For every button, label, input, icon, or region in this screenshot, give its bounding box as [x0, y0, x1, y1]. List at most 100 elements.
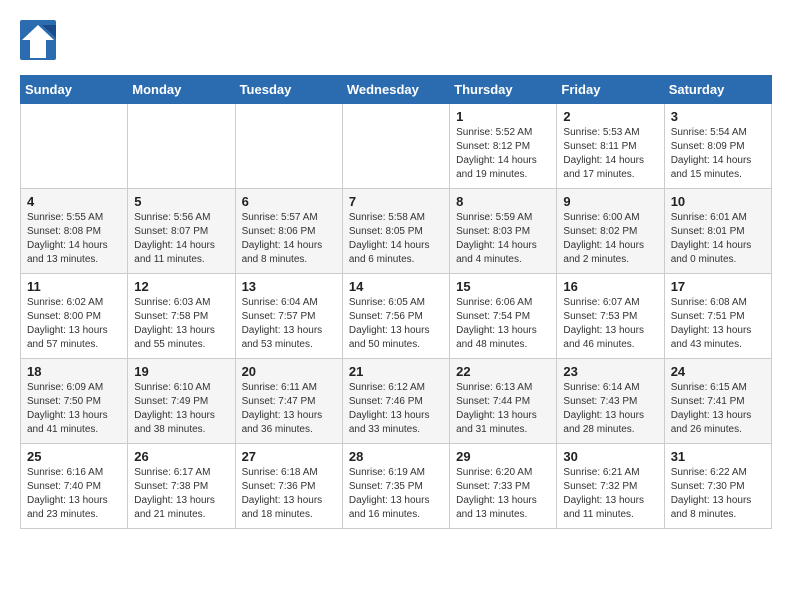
day-info: Sunrise: 5:55 AM Sunset: 8:08 PM Dayligh… [27, 211, 122, 267]
week-row-2: 11 Sunrise: 6:02 AM Sunset: 8:00 PM Dayli… [21, 274, 772, 359]
day-number: 16 [563, 279, 658, 294]
calendar-cell: 31 Sunrise: 6:22 AM Sunset: 7:30 PM Dayli… [664, 444, 771, 529]
day-number: 15 [456, 279, 551, 294]
header-sunday: Sunday [21, 76, 128, 104]
calendar-cell: 17 Sunrise: 6:08 AM Sunset: 7:51 PM Dayli… [664, 274, 771, 359]
calendar-cell: 2 Sunrise: 5:53 AM Sunset: 8:11 PM Daylig… [557, 104, 664, 189]
calendar-cell: 27 Sunrise: 6:18 AM Sunset: 7:36 PM Dayli… [235, 444, 342, 529]
day-number: 20 [242, 364, 337, 379]
calendar-cell [128, 104, 235, 189]
calendar-cell: 20 Sunrise: 6:11 AM Sunset: 7:47 PM Dayli… [235, 359, 342, 444]
day-info: Sunrise: 6:05 AM Sunset: 7:56 PM Dayligh… [349, 296, 444, 352]
day-number: 22 [456, 364, 551, 379]
day-number: 26 [134, 449, 229, 464]
day-info: Sunrise: 6:01 AM Sunset: 8:01 PM Dayligh… [671, 211, 766, 267]
calendar-cell: 30 Sunrise: 6:21 AM Sunset: 7:32 PM Dayli… [557, 444, 664, 529]
day-info: Sunrise: 5:58 AM Sunset: 8:05 PM Dayligh… [349, 211, 444, 267]
day-number: 10 [671, 194, 766, 209]
day-info: Sunrise: 6:08 AM Sunset: 7:51 PM Dayligh… [671, 296, 766, 352]
calendar-cell: 28 Sunrise: 6:19 AM Sunset: 7:35 PM Dayli… [342, 444, 449, 529]
day-info: Sunrise: 5:52 AM Sunset: 8:12 PM Dayligh… [456, 126, 551, 182]
day-info: Sunrise: 5:56 AM Sunset: 8:07 PM Dayligh… [134, 211, 229, 267]
calendar-cell: 14 Sunrise: 6:05 AM Sunset: 7:56 PM Dayli… [342, 274, 449, 359]
calendar-cell: 26 Sunrise: 6:17 AM Sunset: 7:38 PM Dayli… [128, 444, 235, 529]
day-number: 29 [456, 449, 551, 464]
calendar-cell: 22 Sunrise: 6:13 AM Sunset: 7:44 PM Dayli… [450, 359, 557, 444]
calendar-cell: 29 Sunrise: 6:20 AM Sunset: 7:33 PM Dayli… [450, 444, 557, 529]
logo [20, 20, 62, 65]
day-info: Sunrise: 5:57 AM Sunset: 8:06 PM Dayligh… [242, 211, 337, 267]
day-number: 14 [349, 279, 444, 294]
calendar-cell: 11 Sunrise: 6:02 AM Sunset: 8:00 PM Dayli… [21, 274, 128, 359]
day-info: Sunrise: 6:04 AM Sunset: 7:57 PM Dayligh… [242, 296, 337, 352]
week-row-4: 25 Sunrise: 6:16 AM Sunset: 7:40 PM Dayli… [21, 444, 772, 529]
header-thursday: Thursday [450, 76, 557, 104]
calendar-table: SundayMondayTuesdayWednesdayThursdayFrid… [20, 75, 772, 529]
header-monday: Monday [128, 76, 235, 104]
day-info: Sunrise: 6:00 AM Sunset: 8:02 PM Dayligh… [563, 211, 658, 267]
day-info: Sunrise: 6:03 AM Sunset: 7:58 PM Dayligh… [134, 296, 229, 352]
day-number: 23 [563, 364, 658, 379]
header-friday: Friday [557, 76, 664, 104]
calendar-cell: 7Sunrise: 5:58 AM Sunset: 8:05 PM Daylig… [342, 189, 449, 274]
calendar-cell [21, 104, 128, 189]
day-info: Sunrise: 6:17 AM Sunset: 7:38 PM Dayligh… [134, 466, 229, 522]
calendar-cell: 24Sunrise: 6:15 AM Sunset: 7:41 PM Dayli… [664, 359, 771, 444]
day-info: Sunrise: 6:02 AM Sunset: 8:00 PM Dayligh… [27, 296, 122, 352]
day-number: 6 [242, 194, 337, 209]
day-number: 27 [242, 449, 337, 464]
day-info: Sunrise: 6:11 AM Sunset: 7:47 PM Dayligh… [242, 381, 337, 437]
day-info: Sunrise: 5:59 AM Sunset: 8:03 PM Dayligh… [456, 211, 551, 267]
header-saturday: Saturday [664, 76, 771, 104]
day-number: 19 [134, 364, 229, 379]
day-info: Sunrise: 6:22 AM Sunset: 7:30 PM Dayligh… [671, 466, 766, 522]
day-info: Sunrise: 6:21 AM Sunset: 7:32 PM Dayligh… [563, 466, 658, 522]
calendar-cell: 12Sunrise: 6:03 AM Sunset: 7:58 PM Dayli… [128, 274, 235, 359]
calendar-cell: 9 Sunrise: 6:00 AM Sunset: 8:02 PM Daylig… [557, 189, 664, 274]
calendar-cell: 6 Sunrise: 5:57 AM Sunset: 8:06 PM Daylig… [235, 189, 342, 274]
calendar-header-row: SundayMondayTuesdayWednesdayThursdayFrid… [21, 76, 772, 104]
day-info: Sunrise: 6:14 AM Sunset: 7:43 PM Dayligh… [563, 381, 658, 437]
day-number: 3 [671, 109, 766, 124]
calendar-cell: 13 Sunrise: 6:04 AM Sunset: 7:57 PM Dayli… [235, 274, 342, 359]
header-wednesday: Wednesday [342, 76, 449, 104]
week-row-3: 18Sunrise: 6:09 AM Sunset: 7:50 PM Dayli… [21, 359, 772, 444]
calendar-cell: 3Sunrise: 5:54 AM Sunset: 8:09 PM Daylig… [664, 104, 771, 189]
day-number: 11 [27, 279, 122, 294]
week-row-1: 4 Sunrise: 5:55 AM Sunset: 8:08 PM Daylig… [21, 189, 772, 274]
logo-icon [20, 20, 56, 65]
day-info: Sunrise: 6:12 AM Sunset: 7:46 PM Dayligh… [349, 381, 444, 437]
calendar-cell: 5 Sunrise: 5:56 AM Sunset: 8:07 PM Daylig… [128, 189, 235, 274]
calendar-cell: 25 Sunrise: 6:16 AM Sunset: 7:40 PM Dayli… [21, 444, 128, 529]
calendar-cell: 16 Sunrise: 6:07 AM Sunset: 7:53 PM Dayli… [557, 274, 664, 359]
calendar-cell: 18Sunrise: 6:09 AM Sunset: 7:50 PM Dayli… [21, 359, 128, 444]
day-number: 18 [27, 364, 122, 379]
day-number: 13 [242, 279, 337, 294]
calendar-cell: 4 Sunrise: 5:55 AM Sunset: 8:08 PM Daylig… [21, 189, 128, 274]
day-number: 4 [27, 194, 122, 209]
day-info: Sunrise: 5:53 AM Sunset: 8:11 PM Dayligh… [563, 126, 658, 182]
day-number: 30 [563, 449, 658, 464]
week-row-0: 1 Sunrise: 5:52 AM Sunset: 8:12 PM Daylig… [21, 104, 772, 189]
calendar-cell: 8Sunrise: 5:59 AM Sunset: 8:03 PM Daylig… [450, 189, 557, 274]
day-info: Sunrise: 6:07 AM Sunset: 7:53 PM Dayligh… [563, 296, 658, 352]
day-number: 25 [27, 449, 122, 464]
calendar-cell: 10 Sunrise: 6:01 AM Sunset: 8:01 PM Dayli… [664, 189, 771, 274]
header-tuesday: Tuesday [235, 76, 342, 104]
calendar-cell [235, 104, 342, 189]
day-number: 1 [456, 109, 551, 124]
day-info: Sunrise: 6:13 AM Sunset: 7:44 PM Dayligh… [456, 381, 551, 437]
calendar-cell: 15Sunrise: 6:06 AM Sunset: 7:54 PM Dayli… [450, 274, 557, 359]
day-info: Sunrise: 6:19 AM Sunset: 7:35 PM Dayligh… [349, 466, 444, 522]
day-info: Sunrise: 6:16 AM Sunset: 7:40 PM Dayligh… [27, 466, 122, 522]
calendar-cell: 21Sunrise: 6:12 AM Sunset: 7:46 PM Dayli… [342, 359, 449, 444]
day-number: 31 [671, 449, 766, 464]
day-number: 5 [134, 194, 229, 209]
day-number: 2 [563, 109, 658, 124]
day-number: 17 [671, 279, 766, 294]
day-info: Sunrise: 6:20 AM Sunset: 7:33 PM Dayligh… [456, 466, 551, 522]
calendar-cell: 1 Sunrise: 5:52 AM Sunset: 8:12 PM Daylig… [450, 104, 557, 189]
day-number: 9 [563, 194, 658, 209]
day-info: Sunrise: 6:18 AM Sunset: 7:36 PM Dayligh… [242, 466, 337, 522]
day-number: 28 [349, 449, 444, 464]
